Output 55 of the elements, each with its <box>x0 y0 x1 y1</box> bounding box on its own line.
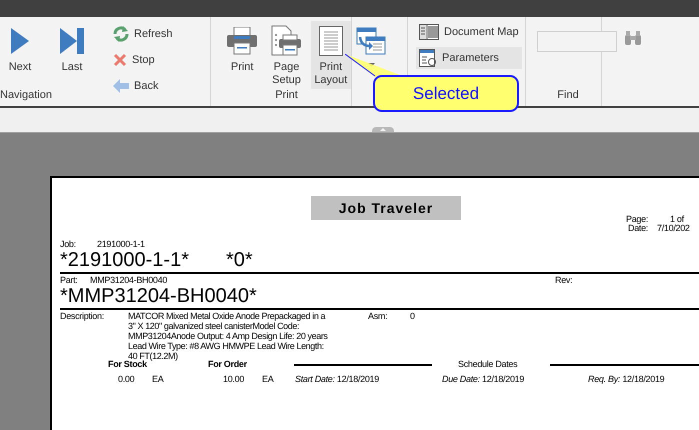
page-with-printer-icon <box>271 25 302 57</box>
find-button[interactable] <box>625 31 641 45</box>
value: EA <box>262 374 274 384</box>
left-arrow-icon <box>113 79 129 93</box>
value: 1 of <box>670 214 684 224</box>
report-title: Job Traveler <box>311 196 461 220</box>
close-icon <box>113 53 127 67</box>
value: 0 <box>410 311 415 321</box>
parameters-window-icon <box>419 49 437 67</box>
value: EA <box>152 374 164 384</box>
value: 2191000-1-1 <box>97 239 145 249</box>
ribbon-button[interactable]: Page Setup <box>266 21 307 89</box>
ribbon-button[interactable]: Next <box>0 21 44 89</box>
skip-to-end-icon <box>60 28 84 54</box>
column-heading: For Stock <box>108 359 147 369</box>
value: 7/10/202 <box>657 223 690 233</box>
ribbon-button[interactable]: Parameters <box>416 47 522 69</box>
refresh-icon <box>113 26 129 42</box>
label: Page: <box>626 214 648 224</box>
ribbon-button[interactable]: Stop <box>110 49 176 71</box>
ribbon-button[interactable]: Document Map <box>416 21 522 43</box>
section-heading: Schedule Dates <box>458 359 518 369</box>
value: 0.00 <box>118 374 134 384</box>
label: Part: <box>60 275 78 285</box>
date-text: Due Date: 12/18/2019 <box>442 374 524 384</box>
date-text: Req. By: 12/18/2019 <box>588 374 664 384</box>
column-heading: For Order <box>208 359 247 369</box>
ribbon-button[interactable]: Print <box>222 21 262 89</box>
barcode-text: *0* <box>226 249 253 271</box>
document-icon <box>318 26 343 56</box>
value: MMP31204-BH0040 <box>90 275 168 285</box>
date-text: Start Date: 12/18/2019 <box>295 374 379 384</box>
label: Job: <box>60 239 76 249</box>
binoculars-icon <box>625 31 641 45</box>
value: 10.00 <box>223 374 244 384</box>
ribbon-button[interactable]: Last <box>48 21 96 89</box>
barcode-text: *MMP31204-BH0040* <box>60 285 257 307</box>
label: Date: <box>628 223 648 233</box>
collapse-grip[interactable] <box>372 127 394 132</box>
group-label: Navigation <box>0 89 52 101</box>
ribbon-button[interactable]: Refresh <box>110 23 176 45</box>
export-windows-icon <box>356 27 386 55</box>
document-map-icon <box>419 24 439 40</box>
barcode-text: *2191000-1-1* <box>60 249 189 271</box>
label: Rev: <box>555 275 572 285</box>
group-label: Print <box>275 89 298 101</box>
ribbon-button[interactable]: Back <box>110 75 176 97</box>
find-field[interactable] <box>537 31 617 52</box>
group-label: Find <box>557 89 579 101</box>
description-text: MATCOR Mixed Metal Oxide Anode Prepackaged in a 3" X 120" galvanized steel canisterModel Code: MMP31204Anode Output: 4 Amp Design Life: 20 years Lead Wire Type: #8 AWG HMWPE Lead Wire Length: 40 FT(12.2M) <box>128 311 329 361</box>
label: Description: <box>60 311 104 321</box>
play-icon <box>11 28 29 54</box>
label: Asm: <box>368 311 388 321</box>
printer-icon <box>227 27 258 55</box>
ribbon-button[interactable]: Print Layout <box>310 21 351 89</box>
